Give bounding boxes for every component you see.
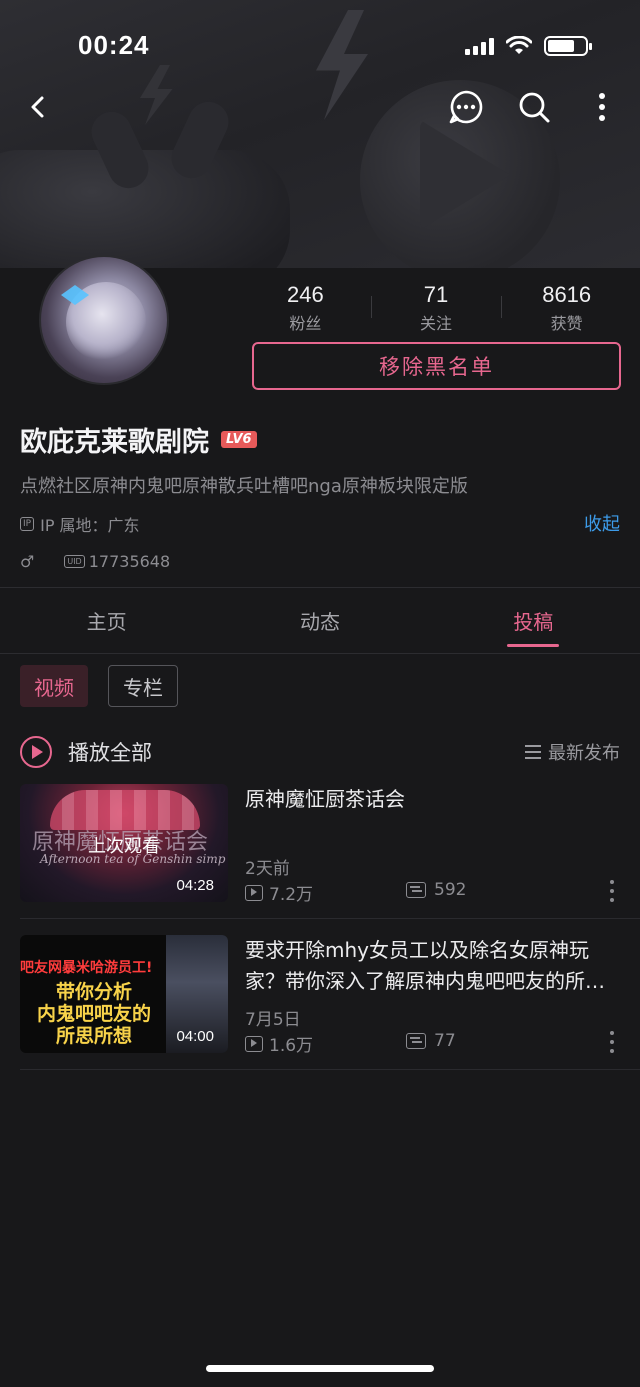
home-indicator[interactable] [206,1365,434,1372]
video-danmaku: 592 [406,880,466,900]
search-button[interactable] [512,85,556,129]
gender-male-icon: ♂ [20,552,35,571]
danmaku-icon [406,1033,426,1049]
last-watched-label: 上次观看 [88,836,160,857]
sort-label: 最新发布 [548,743,620,764]
user-signature: 点燃社区原神内鬼吧原神散兵吐槽吧nga原神板块限定版 [20,476,468,497]
danmaku-icon [406,882,426,898]
video-date: 2天前 [245,859,290,879]
sort-button[interactable]: 最新发布 [524,739,620,765]
video-title[interactable]: 要求开除mhy女员工以及除名女原神玩家？带你深入了解原神内鬼吧吧友的所思所想 [245,935,620,997]
username-row: 欧庇克莱歌剧院 LV6 [20,420,257,459]
stat-likes[interactable]: 8616 获赞 [501,282,632,334]
stat-value: 246 [286,282,324,307]
user-meta-row: ♂ UID 17735648 [20,552,170,571]
cellular-signal-icon [465,37,494,55]
video-item[interactable]: 吧友网暴米哈游员工! 带你分析 内鬼吧吧友的 所思所想 04:00 要求开除mh… [20,935,620,1056]
video-item[interactable]: 原神魔怔厨茶话会 Afternoon tea of Genshin simp 上… [20,784,620,905]
more-button[interactable] [580,85,624,129]
collapse-link[interactable]: 收起 [584,510,620,536]
status-icons [465,36,592,56]
video-views: 7.2万 [245,880,313,905]
play-count-icon [245,1035,263,1052]
profile-tabs: 主页 动态 投稿 [0,588,640,654]
thumbnail-main-text: 带你分析 内鬼吧吧友的 所思所想 [36,981,151,1047]
video-danmaku: 77 [406,1031,456,1051]
video-more-button[interactable] [608,1031,616,1053]
video-title[interactable]: 原神魔怔厨茶话会 [245,784,620,815]
video-thumbnail[interactable]: 吧友网暴米哈游员工! 带你分析 内鬼吧吧友的 所思所想 04:00 [20,935,228,1053]
video-duration: 04:00 [176,1028,214,1045]
uid-icon: UID [64,555,85,568]
danmaku-count: 77 [434,1031,456,1051]
tab-home[interactable]: 主页 [0,588,213,653]
divider [20,918,640,919]
play-count-icon [245,884,263,901]
lightning-icon [316,10,368,120]
divider [20,1069,640,1070]
back-button[interactable] [16,85,60,129]
more-vertical-icon [599,93,605,121]
stat-label: 粉丝 [289,314,322,333]
video-views: 1.6万 [245,1031,313,1056]
level-badge: LV6 [221,431,257,448]
video-more-button[interactable] [608,880,616,902]
view-count: 7.2万 [269,885,314,905]
video-thumbnail[interactable]: 原神魔怔厨茶话会 Afternoon tea of Genshin simp 上… [20,784,228,902]
chip-articles[interactable]: 专栏 [108,665,178,707]
remove-from-blacklist-button[interactable]: 移除黑名单 [252,342,621,390]
username: 欧庇克莱歌剧院 [20,427,209,458]
danmaku-count: 592 [434,880,467,900]
tab-dynamics[interactable]: 动态 [213,588,426,653]
profile-stats: 246 粉丝 71 关注 8616 获赞 [240,282,632,334]
ip-location: IP 属地：广东 [40,516,140,535]
list-sort-icon [525,745,541,759]
video-date: 7月5日 [245,1010,301,1030]
chevron-left-icon [31,96,44,118]
status-time: 00:24 [78,30,150,60]
wifi-icon [506,36,532,54]
ip-icon: IP [20,517,35,531]
play-circle-icon[interactable] [20,736,52,768]
stat-value: 71 [423,282,449,307]
message-button[interactable] [444,85,488,129]
uid-value[interactable]: 17735648 [89,552,170,571]
play-all-row: 播放全部 最新发布 [20,735,620,769]
stat-label: 获赞 [550,314,583,333]
play-all-button[interactable]: 播放全部 [68,737,152,767]
lightning-icon [140,65,173,125]
chat-bubble-icon [449,90,483,124]
ip-location-row: IP IP 属地：广东 [20,512,140,536]
search-icon [519,92,550,123]
content-filter-chips: 视频 专栏 [20,665,178,707]
view-count: 1.6万 [269,1036,314,1056]
stat-value: 8616 [542,282,592,307]
stat-followers[interactable]: 246 粉丝 [240,282,371,334]
thumbnail-top-text: 吧友网暴米哈游员工! [20,960,153,976]
stat-label: 关注 [420,314,453,333]
video-duration: 04:28 [176,877,214,894]
tab-uploads[interactable]: 投稿 [427,588,640,653]
avatar[interactable] [39,255,169,385]
battery-icon [544,36,592,56]
chip-videos[interactable]: 视频 [20,665,88,707]
stat-following[interactable]: 71 关注 [370,282,502,334]
